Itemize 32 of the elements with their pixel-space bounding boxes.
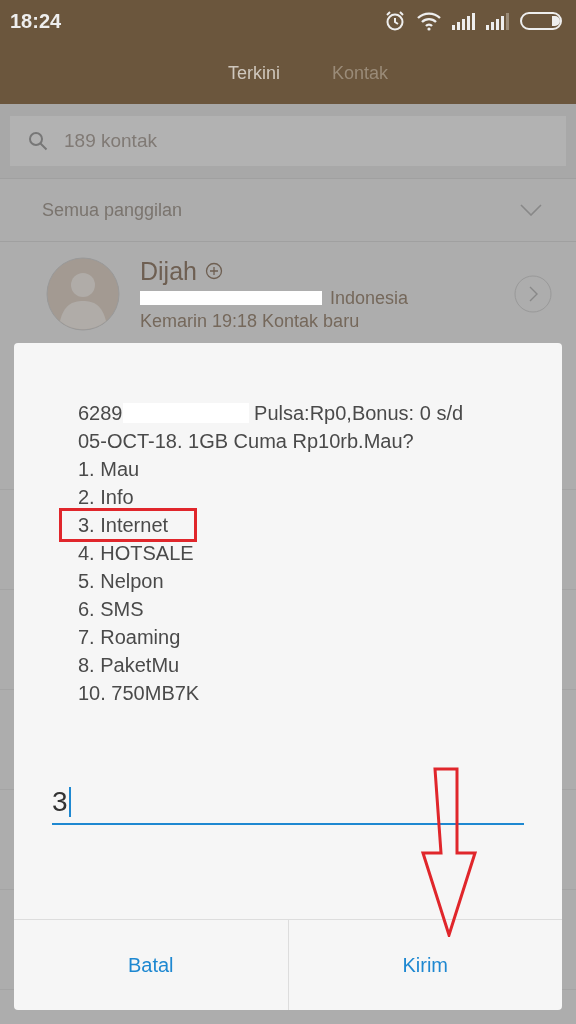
dialog-button[interactable]: Kirim — [287, 920, 562, 1010]
chevron-down-icon — [520, 204, 542, 216]
contact-name: Dijah — [140, 256, 197, 286]
add-icon — [205, 262, 223, 280]
wifi-icon — [416, 11, 442, 31]
tab[interactable]: Kontak — [332, 62, 389, 84]
chevron-right-icon[interactable] — [514, 275, 552, 313]
menu-option: 4. HOTSALE — [78, 539, 194, 567]
contact-region: Indonesia — [330, 287, 409, 309]
menu-option: 8. PaketMu — [78, 651, 180, 679]
alarm-clock-icon — [384, 10, 406, 32]
menu-option: 10. 750MB7K — [78, 679, 200, 707]
call-filter-dropdown[interactable]: Semua panggilan — [0, 178, 576, 242]
menu-option: 3. Internet — [62, 511, 195, 539]
search-icon — [28, 131, 48, 151]
menu-option: 1. Mau — [78, 455, 140, 483]
dialog-button[interactable]: Batal — [14, 920, 288, 1010]
clock: 18:24 — [10, 9, 62, 33]
input-field[interactable]: 3 — [52, 781, 524, 825]
menu-option: 7. Roaming — [78, 623, 181, 651]
search-field[interactable]: 189 kontak — [10, 116, 566, 166]
battery-icon — [520, 12, 562, 30]
menu-option: 6. SMS — [78, 595, 144, 623]
signal-icon — [452, 12, 476, 30]
signal-icon — [486, 12, 510, 30]
call-time: Kemarin 19:18 Kontak baru — [140, 310, 361, 332]
tab[interactable]: Terkini — [227, 62, 280, 84]
message-text: 6289 Pulsa:Rp0,Bonus: 0 s/d 05-OCT-18. 1GB Cuma Rp10rb.Mau? — [78, 401, 465, 454]
menu-option: 2. Info — [78, 483, 134, 511]
contact-row[interactable]: Dijah Indonesia Kemarin 19:18 Kontak baru — [0, 242, 576, 346]
menu-option: 5. Nelpon — [78, 567, 164, 595]
avatar-icon — [46, 257, 120, 331]
